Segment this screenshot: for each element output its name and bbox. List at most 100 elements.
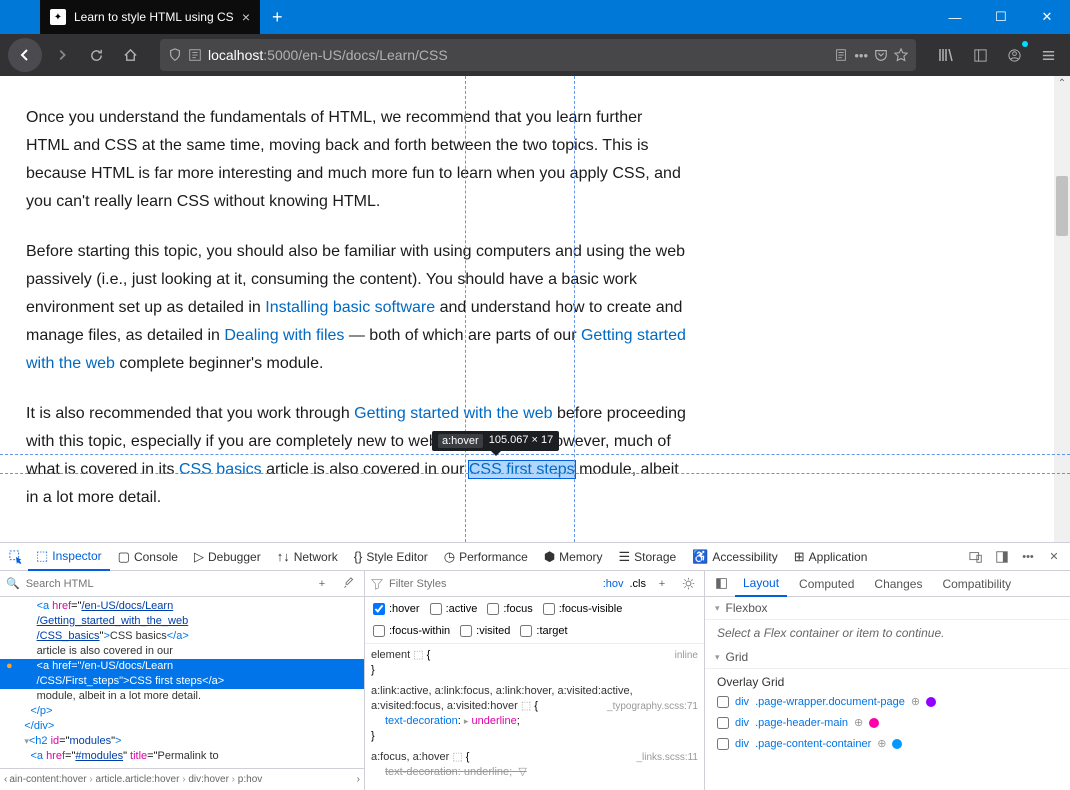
link-css-basics[interactable]: CSS basics	[179, 461, 262, 478]
minimize-button[interactable]: —	[932, 0, 978, 34]
dom-tree-line[interactable]: /Getting_started_with_the_web	[0, 614, 364, 629]
side-pane-toggle-icon[interactable]	[711, 574, 731, 594]
devtools-tab-console[interactable]: ▢Console	[110, 543, 186, 571]
library-icon[interactable]	[932, 41, 960, 69]
dom-tree-line[interactable]: </p>	[0, 704, 364, 719]
devtools-tab-performance[interactable]: ◷Performance	[436, 543, 536, 571]
pocket-icon[interactable]	[874, 48, 888, 62]
pseudo-checkbox[interactable]	[373, 603, 385, 615]
devtools-tab-debugger[interactable]: ▷Debugger	[186, 543, 269, 571]
responsive-design-icon[interactable]	[966, 547, 986, 567]
dom-tree-line[interactable]: <a href="/en-US/docs/Learn	[0, 599, 364, 614]
grid-color-swatch[interactable]	[869, 718, 879, 728]
grid-header[interactable]: ▾Grid	[705, 646, 1070, 669]
pseudo-focus-within[interactable]: :focus-within	[373, 625, 450, 637]
devtools-tab-inspector[interactable]: ⬚Inspector	[28, 543, 110, 571]
link-installing-software[interactable]: Installing basic software	[265, 299, 435, 316]
pseudo-active[interactable]: :active	[430, 603, 478, 615]
breadcrumb-item[interactable]: div:hover	[188, 774, 229, 785]
grid-color-swatch[interactable]	[926, 697, 936, 707]
side-tab-computed[interactable]: Computed	[791, 571, 862, 597]
cls-toggle[interactable]: .cls	[630, 578, 647, 590]
reload-button[interactable]	[82, 41, 110, 69]
grid-checkbox[interactable]	[717, 696, 729, 708]
hov-toggle[interactable]: :hov	[603, 578, 624, 590]
swatch-icon[interactable]: ⬚	[452, 751, 462, 763]
devtools-tab-style-editor[interactable]: {}Style Editor	[346, 543, 436, 571]
page-actions-icon[interactable]: •••	[854, 48, 868, 63]
scrollbar-thumb[interactable]	[1056, 176, 1068, 236]
crumb-prev-icon[interactable]: ‹	[4, 774, 7, 785]
link-getting-started-2[interactable]: Getting started with the web	[354, 405, 552, 422]
filter-styles-input[interactable]	[389, 578, 597, 590]
add-node-icon[interactable]: +	[312, 574, 332, 594]
url-bar[interactable]: localhost:5000/en-US/docs/Learn/CSS •••	[160, 39, 916, 71]
reader-mode-icon[interactable]	[834, 48, 848, 62]
breadcrumb-item[interactable]: p:hov	[238, 774, 262, 785]
back-button[interactable]	[8, 38, 42, 72]
breadcrumb-item[interactable]: article.article:hover	[96, 774, 180, 785]
pseudo-checkbox[interactable]	[487, 603, 499, 615]
filter-icon[interactable]: ▽	[518, 766, 526, 778]
flexbox-header[interactable]: ▾Flexbox	[705, 597, 1070, 620]
dom-tree-line[interactable]: /CSS/First_steps">CSS first steps</a>	[0, 674, 364, 689]
devtools-tab-storage[interactable]: ☰Storage	[611, 543, 685, 571]
grid-checkbox[interactable]	[717, 738, 729, 750]
page-info-icon[interactable]	[188, 48, 202, 62]
dom-tree-line[interactable]: article is also covered in our	[0, 644, 364, 659]
light-mode-icon[interactable]	[678, 574, 698, 594]
account-icon[interactable]	[1000, 41, 1028, 69]
dom-tree-line[interactable]: <a href="#modules" title="Permalink to	[0, 749, 364, 764]
rules-list[interactable]: element ⬚ {inline } a:link:active, a:lin…	[365, 644, 704, 790]
devtools-tab-network[interactable]: ↑↓Network	[269, 543, 346, 571]
new-tab-button[interactable]: +	[272, 7, 283, 28]
pseudo-target[interactable]: :target	[520, 625, 567, 637]
swatch-icon[interactable]: ⬚	[521, 700, 531, 712]
dom-tree-line[interactable]: ▾<h2 id="modules">	[0, 734, 364, 749]
browser-tab[interactable]: ✦ Learn to style HTML using CSS ×	[40, 0, 260, 34]
close-window-button[interactable]: ✕	[1024, 0, 1070, 34]
forward-button[interactable]	[48, 41, 76, 69]
pseudo-checkbox[interactable]	[373, 625, 385, 637]
target-icon[interactable]: ⊕	[877, 737, 886, 750]
crumb-next-icon[interactable]: ›	[357, 774, 360, 785]
menu-icon[interactable]	[1034, 41, 1062, 69]
devtools-menu-icon[interactable]: •••	[1018, 547, 1038, 567]
dom-tree[interactable]: <a href="/en-US/docs/Learn /Getting_star…	[0, 597, 364, 768]
side-tab-changes[interactable]: Changes	[866, 571, 930, 597]
devtools-tab-accessibility[interactable]: ♿Accessibility	[684, 543, 786, 571]
dom-tree-line[interactable]: </div>	[0, 719, 364, 734]
grid-overlay-item[interactable]: div.page-wrapper.document-page ⊕	[705, 691, 1070, 712]
tab-close-icon[interactable]: ×	[242, 9, 250, 25]
pseudo-checkbox[interactable]	[520, 625, 532, 637]
link-css-first-steps[interactable]: CSS first steps	[469, 461, 575, 478]
pseudo-hover[interactable]: :hover	[373, 603, 420, 615]
dom-tree-line[interactable]: /CSS_basics">CSS basics</a>	[0, 629, 364, 644]
link-dealing-files[interactable]: Dealing with files	[224, 327, 344, 344]
dock-side-icon[interactable]	[992, 547, 1012, 567]
maximize-button[interactable]: ☐	[978, 0, 1024, 34]
pseudo-visited[interactable]: :visited	[460, 625, 510, 637]
grid-overlay-item[interactable]: div.page-content-container ⊕	[705, 733, 1070, 754]
grid-checkbox[interactable]	[717, 717, 729, 729]
pseudo-focus[interactable]: :focus	[487, 603, 532, 615]
pseudo-checkbox[interactable]	[460, 625, 472, 637]
breadcrumb-item[interactable]: ain-content:hover	[9, 774, 86, 785]
search-html-input[interactable]	[26, 578, 306, 590]
grid-overlay-item[interactable]: div.page-header-main ⊕	[705, 712, 1070, 733]
devtools-tab-application[interactable]: ⊞Application	[786, 543, 876, 571]
eyedropper-icon[interactable]	[338, 574, 358, 594]
dom-tree-line[interactable]: module, albeit in a lot more detail.	[0, 689, 364, 704]
pseudo-focus-visible[interactable]: :focus-visible	[543, 603, 623, 615]
devtools-close-icon[interactable]: ✕	[1044, 547, 1064, 567]
target-icon[interactable]: ⊕	[854, 716, 863, 729]
breadcrumbs[interactable]: ‹ ain-content:hover › article.article:ho…	[0, 768, 364, 790]
dom-tree-line[interactable]: ● <a href="/en-US/docs/Learn	[0, 659, 364, 674]
devtools-tab-memory[interactable]: ⬢Memory	[536, 543, 611, 571]
bookmark-star-icon[interactable]	[894, 48, 908, 62]
pick-element-icon[interactable]	[6, 547, 26, 567]
sidebar-icon[interactable]	[966, 41, 994, 69]
shield-icon[interactable]	[168, 48, 182, 62]
grid-color-swatch[interactable]	[892, 739, 902, 749]
target-icon[interactable]: ⊕	[911, 695, 920, 708]
